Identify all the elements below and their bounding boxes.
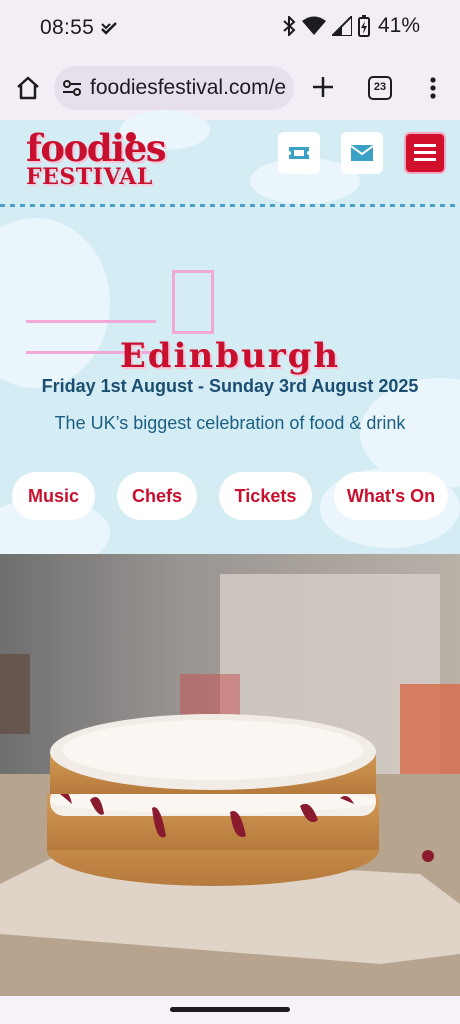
hero-photo-cake (0, 554, 460, 996)
logo-subtitle: FESTIVAL (26, 164, 153, 190)
home-gesture-bar[interactable] (170, 1007, 290, 1012)
nav-tickets-button[interactable]: Tickets (219, 472, 312, 520)
data-saver-icon (101, 22, 117, 35)
hamburger-icon (414, 144, 436, 161)
site-settings-icon[interactable] (62, 80, 82, 96)
signal-icon (331, 16, 352, 36)
site-logo[interactable]: foodies FESTIVAL (24, 126, 167, 198)
new-tab-icon[interactable] (310, 74, 336, 100)
cake-illustration (0, 554, 460, 996)
battery-percentage: 41% (377, 14, 420, 37)
event-tagline: The UK’s biggest celebration of food & d… (54, 413, 406, 433)
hero-logo-outline (172, 270, 214, 334)
wifi-icon (301, 16, 326, 35)
address-bar[interactable]: foodiesfestival.com/e (54, 66, 294, 110)
gesture-navigation-area (0, 996, 460, 1024)
header-divider (0, 204, 460, 207)
hero-section: Edinburgh Friday 1st August - Sunday 3rd… (0, 208, 460, 554)
nav-whats-on-button[interactable]: What's On (334, 472, 448, 520)
event-dates: Friday 1st August - Sunday 3rd August 20… (41, 376, 419, 396)
url-text: foodiesfestival.com/e (90, 76, 287, 99)
tickets-header-button[interactable] (278, 132, 320, 174)
nav-music-button[interactable]: Music (12, 472, 95, 520)
ticket-icon (289, 147, 309, 159)
browser-toolbar: foodiesfestival.com/e 23 (0, 56, 460, 120)
more-options-icon[interactable] (424, 74, 442, 102)
home-icon[interactable] (14, 74, 42, 102)
status-bar: 08:55 41% (0, 0, 460, 56)
mail-icon (350, 145, 374, 161)
menu-header-button[interactable] (404, 132, 446, 174)
nav-chefs-button[interactable]: Chefs (117, 472, 197, 520)
apple-icon (126, 132, 136, 142)
tab-switcher-button[interactable]: 23 (368, 76, 392, 100)
site-header: foodies FESTIVAL (0, 110, 460, 208)
battery-icon (357, 15, 370, 37)
bluetooth-icon (283, 16, 296, 36)
status-time: 08:55 (40, 16, 95, 39)
event-city: Edinburgh (119, 336, 341, 376)
contact-header-button[interactable] (341, 132, 383, 174)
